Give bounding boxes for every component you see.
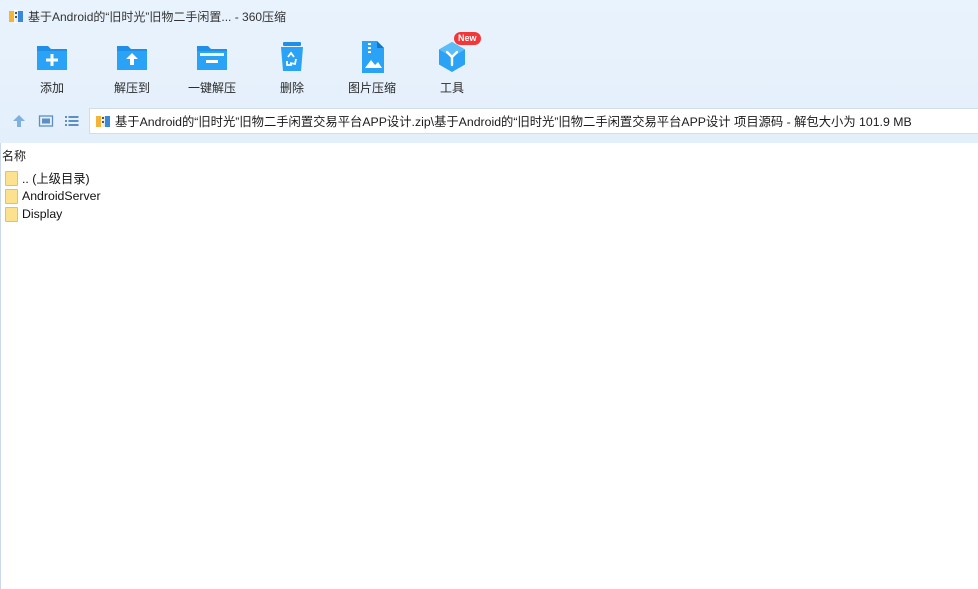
- one-click-extract-label: 一键解压: [187, 81, 236, 95]
- image-compress-icon: [355, 40, 389, 74]
- list-item-parent-directory[interactable]: .. (上级目录): [5, 169, 90, 187]
- recycle-bin-icon: [275, 40, 309, 74]
- archive-icon: [8, 8, 24, 24]
- title-bar: 基于Android的“旧时光”旧物二手闲置... - 360压缩: [0, 0, 978, 32]
- file-name: .. (上级目录): [22, 172, 90, 186]
- list-item-androidserver[interactable]: AndroidServer: [5, 187, 101, 205]
- list-item-display[interactable]: Display: [5, 205, 62, 223]
- file-list[interactable]: 名称 .. (上级目录) AndroidServer Display: [0, 143, 978, 589]
- top-panel: 基于Android的“旧时光”旧物二手闲置... - 360压缩 添加 解压到 …: [0, 0, 978, 143]
- window-title: 基于Android的“旧时光”旧物二手闲置... - 360压缩: [28, 9, 287, 24]
- extract-to-icon: [115, 40, 149, 74]
- file-name: AndroidServer: [22, 189, 101, 203]
- extract-to-button[interactable]: 解压到: [92, 36, 172, 96]
- folder-icon: [5, 188, 18, 204]
- add-folder-icon: [35, 40, 69, 74]
- navigation-bar: 基于Android的“旧时光”旧物二手闲置交易平台APP设计.zip\基于And…: [0, 107, 978, 135]
- image-compress-button[interactable]: 图片压缩: [332, 36, 412, 96]
- delete-button[interactable]: 删除: [252, 36, 332, 96]
- folder-icon: [5, 206, 18, 222]
- address-bar[interactable]: 基于Android的“旧时光”旧物二手闲置交易平台APP设计.zip\基于And…: [89, 108, 978, 134]
- new-badge: New: [454, 32, 481, 45]
- tools-label: 工具: [439, 81, 464, 95]
- address-path: 基于Android的“旧时光”旧物二手闲置交易平台APP设计.zip\基于And…: [115, 115, 912, 129]
- archive-icon: [95, 113, 111, 129]
- delete-label: 删除: [279, 81, 304, 95]
- image-compress-label: 图片压缩: [347, 81, 396, 95]
- thumbnail-view-icon[interactable]: [38, 113, 54, 129]
- extract-to-label: 解压到: [113, 81, 150, 95]
- toolbar: 添加 解压到 一键解压 删除 图片压缩 工具: [0, 36, 978, 100]
- tools-button[interactable]: 工具: [412, 36, 492, 96]
- add-button[interactable]: 添加: [12, 36, 92, 96]
- folder-icon: [5, 170, 18, 186]
- add-label: 添加: [39, 81, 64, 95]
- one-click-extract-button[interactable]: 一键解压: [172, 36, 252, 96]
- tools-cube-icon: [435, 40, 469, 74]
- column-header-name[interactable]: 名称: [2, 147, 26, 164]
- up-arrow-icon[interactable]: [11, 113, 27, 129]
- one-click-extract-icon: [195, 40, 229, 74]
- list-view-icon[interactable]: [64, 113, 80, 129]
- file-name: Display: [22, 207, 63, 221]
